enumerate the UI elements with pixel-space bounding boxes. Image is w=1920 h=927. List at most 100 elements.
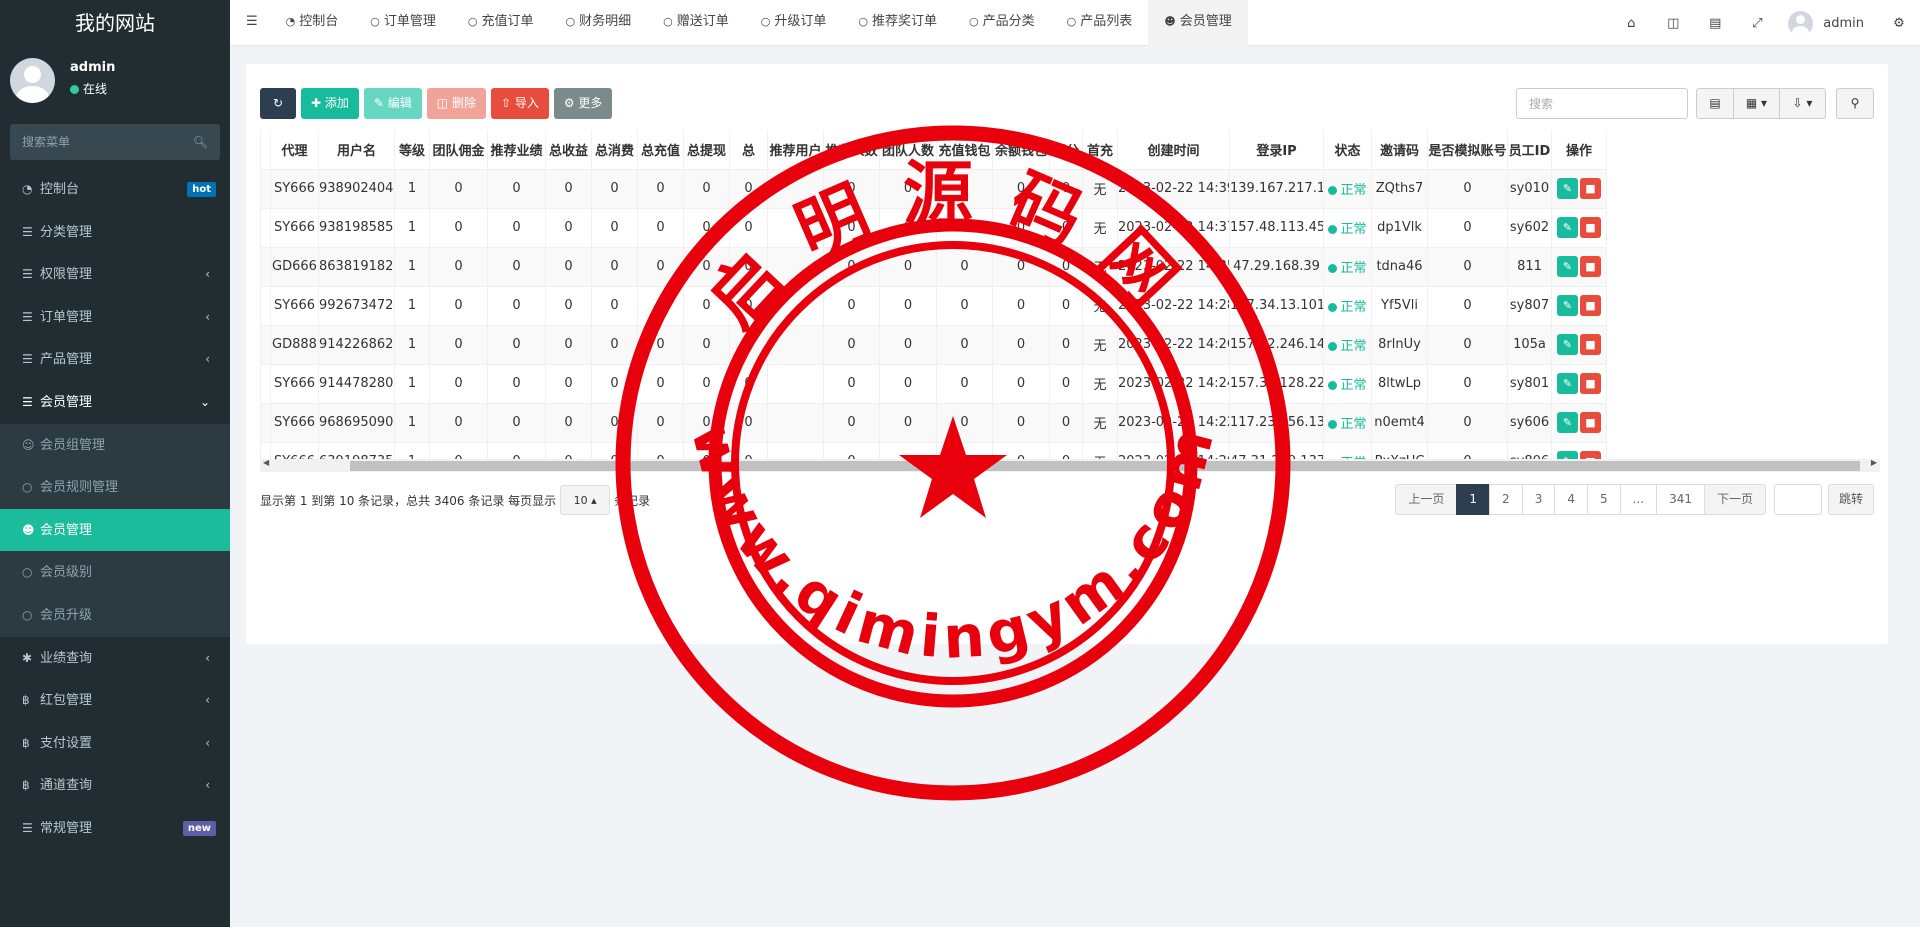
page-button[interactable]: 2 xyxy=(1489,484,1523,515)
sidebar-item-14[interactable]: ฿ 通道查询 ‹ xyxy=(0,764,230,807)
column-header[interactable]: 首充 xyxy=(1082,130,1118,170)
row-checkbox[interactable] xyxy=(260,285,271,326)
page-button[interactable]: 4 xyxy=(1554,484,1588,515)
add-button[interactable]: ✚ 添加 xyxy=(301,88,359,119)
jump-page-input[interactable] xyxy=(1773,484,1822,515)
page-button[interactable]: 341 xyxy=(1656,484,1705,515)
edit-row-button[interactable]: ✎ xyxy=(1557,334,1578,355)
column-header[interactable]: 团队佣金 xyxy=(429,130,488,170)
column-header[interactable]: 总消费 xyxy=(591,130,638,170)
column-header[interactable]: 登录IP xyxy=(1229,130,1324,170)
site-title[interactable]: 我的网站 xyxy=(0,0,230,46)
next-page-button[interactable]: 下一页 xyxy=(1703,484,1766,515)
column-header[interactable]: 充值钱包 xyxy=(936,130,993,170)
columns-button[interactable]: ▦ ▾ xyxy=(1734,88,1780,119)
sidebar-item-1[interactable]: ☰ 分类管理 xyxy=(0,211,230,254)
topbar-user[interactable]: admin xyxy=(1778,10,1878,36)
sidebar-item-4[interactable]: ☰ 产品管理 ‹ xyxy=(0,338,230,381)
tab-2[interactable]: ○ 充值订单 xyxy=(452,0,550,46)
row-checkbox[interactable] xyxy=(260,324,271,365)
scroll-right-icon[interactable]: ▶ xyxy=(1871,458,1877,467)
table-row[interactable]: SY666 9926734723 1 0 0 0 0 0 0 0 0 0 0 0 0 无 2023-02-22 … xyxy=(260,285,1607,326)
column-header[interactable]: 等级 xyxy=(394,130,430,170)
sidebar-search-input[interactable] xyxy=(10,124,220,160)
sidebar-item-6[interactable]: ☺ 会员组管理 xyxy=(0,423,230,467)
sidebar-item-3[interactable]: ☰ 订单管理 ‹ xyxy=(0,296,230,339)
settings-icon[interactable]: ⚙ xyxy=(1878,16,1920,31)
column-header[interactable]: 邀请码 xyxy=(1371,130,1428,170)
sidebar-item-7[interactable]: ○ 会员规则管理 xyxy=(0,466,230,509)
select-all-checkbox[interactable] xyxy=(260,130,271,170)
column-header[interactable]: 总充值 xyxy=(637,130,684,170)
sidebar-item-5[interactable]: ☰ 会员管理 ⌄ xyxy=(0,381,230,424)
page-button[interactable]: 3 xyxy=(1521,484,1556,515)
tab-7[interactable]: ○ 产品分类 xyxy=(953,0,1051,46)
tab-1[interactable]: ○ 订单管理 xyxy=(354,0,452,46)
menu-toggle-button[interactable]: ☰ xyxy=(230,0,270,46)
column-header[interactable]: 余额钱包 xyxy=(992,130,1050,170)
language-icon[interactable]: ▤ xyxy=(1694,16,1736,31)
sidebar-item-15[interactable]: ☰ 常规管理 new xyxy=(0,807,230,850)
edit-row-button[interactable]: ✎ xyxy=(1557,217,1578,238)
table-search-input[interactable] xyxy=(1516,88,1688,119)
sidebar-item-10[interactable]: ○ 会员升级 xyxy=(0,593,230,637)
tab-3[interactable]: ○ 财务明细 xyxy=(550,0,648,46)
home-icon[interactable]: ⌂ xyxy=(1610,16,1652,31)
card-view-button[interactable]: ▤ xyxy=(1696,88,1734,119)
refresh-button[interactable]: ↻ xyxy=(260,88,296,119)
sidebar-item-12[interactable]: ฿ 红包管理 ‹ xyxy=(0,679,230,722)
export-button[interactable]: ⇩ ▾ xyxy=(1780,88,1826,119)
table-row[interactable]: GD888 9142268623 1 0 0 0 0 0 0 0 0 0 0 0 0 无 2023-02-22 … xyxy=(260,324,1607,365)
column-header[interactable]: 代理 xyxy=(270,130,319,170)
sidebar-item-2[interactable]: ☰ 权限管理 ‹ xyxy=(0,253,230,296)
column-header[interactable]: 总 xyxy=(729,130,768,170)
tab-4[interactable]: ○ 赠送订单 xyxy=(647,0,745,46)
edit-row-button[interactable]: ✎ xyxy=(1557,412,1578,433)
column-header[interactable]: 总提现 xyxy=(683,130,730,170)
column-header[interactable]: 积分 xyxy=(1049,130,1083,170)
column-header[interactable]: 操作 xyxy=(1551,130,1607,170)
trash-icon[interactable]: ◫ xyxy=(1652,16,1694,31)
delete-row-button[interactable]: ■ xyxy=(1580,334,1601,355)
row-checkbox[interactable] xyxy=(260,168,271,209)
column-header[interactable]: 推荐人数 xyxy=(823,130,880,170)
edit-row-button[interactable]: ✎ xyxy=(1557,295,1578,316)
column-header[interactable]: 员工ID xyxy=(1507,130,1552,170)
scrollbar-thumb[interactable] xyxy=(350,461,1860,471)
table-row[interactable]: SY666 9144782806 1 0 0 0 0 0 0 0 0 0 0 0 0 无 2023-02-22 … xyxy=(260,363,1607,404)
delete-row-button[interactable]: ■ xyxy=(1580,178,1601,199)
page-button[interactable]: ... xyxy=(1619,484,1658,515)
page-button[interactable]: 5 xyxy=(1586,484,1621,515)
row-checkbox[interactable] xyxy=(260,363,271,404)
prev-page-button[interactable]: 上一页 xyxy=(1395,484,1458,515)
jump-button[interactable]: 跳转 xyxy=(1827,484,1874,515)
column-header[interactable]: 用户名 xyxy=(318,130,395,170)
tab-8[interactable]: ○ 产品列表 xyxy=(1051,0,1149,46)
table-row[interactable]: GD666 8638191822 1 0 0 0 0 0 0 0 0 0 0 0 0 无 2023-02-22 … xyxy=(260,246,1607,287)
delete-row-button[interactable]: ■ xyxy=(1580,295,1601,316)
column-header[interactable]: 团队人数 xyxy=(879,130,937,170)
tab-0[interactable]: ◔ 控制台 xyxy=(270,0,355,46)
column-header[interactable]: 创建时间 xyxy=(1117,130,1230,170)
row-checkbox[interactable] xyxy=(260,246,271,287)
column-header[interactable]: 总收益 xyxy=(545,130,592,170)
tab-6[interactable]: ○ 推荐奖订单 xyxy=(842,0,953,46)
edit-row-button[interactable]: ✎ xyxy=(1557,373,1578,394)
search-icon[interactable]: 🔍︎ xyxy=(193,135,208,149)
more-button[interactable]: ⚙ 更多 xyxy=(553,88,613,119)
column-header[interactable]: 推荐用户 xyxy=(767,130,824,170)
sidebar-item-9[interactable]: ○ 会员级别 xyxy=(0,551,230,594)
delete-row-button[interactable]: ■ xyxy=(1580,256,1601,277)
page-button[interactable]: 1 xyxy=(1456,484,1491,515)
edit-button[interactable]: ✎ 编辑 xyxy=(363,88,422,119)
tab-5[interactable]: ○ 升级订单 xyxy=(745,0,843,46)
delete-button[interactable]: ◫ 删除 xyxy=(426,88,486,119)
column-header[interactable]: 是否模拟账号 xyxy=(1427,130,1508,170)
edit-row-button[interactable]: ✎ xyxy=(1557,178,1578,199)
row-checkbox[interactable] xyxy=(260,402,271,443)
table-row[interactable]: SY666 9381985857 1 0 0 0 0 0 0 0 0 0 0 0 0 无 2023-02-22 … xyxy=(260,207,1607,248)
table-row[interactable]: SY666 9686950907 1 0 0 0 0 0 0 0 0 0 0 0 0 无 2023-02-22 … xyxy=(260,402,1607,443)
scroll-left-icon[interactable]: ◀ xyxy=(263,458,269,467)
row-checkbox[interactable] xyxy=(260,207,271,248)
fullscreen-icon[interactable]: ⤢ xyxy=(1736,16,1778,31)
